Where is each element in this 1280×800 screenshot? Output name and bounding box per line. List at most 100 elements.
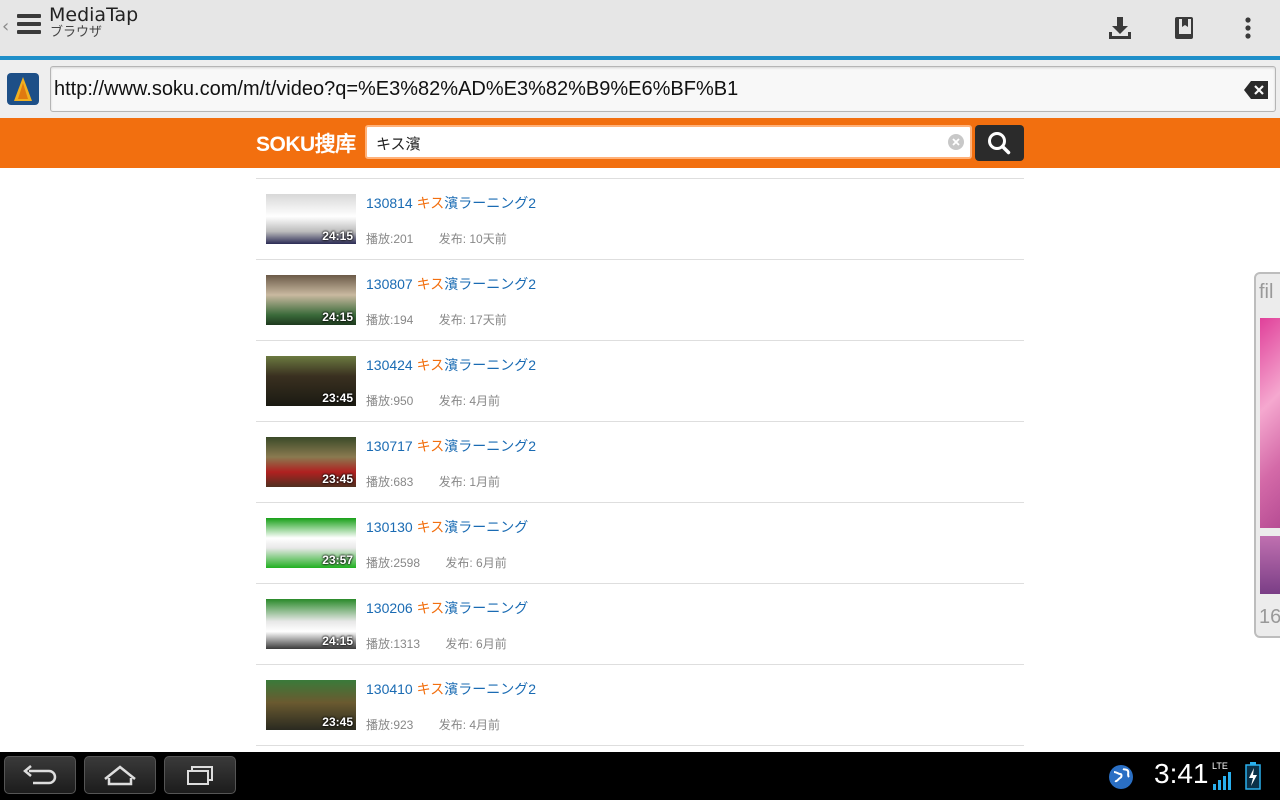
side-panel-bottom-label: 16 — [1259, 606, 1280, 628]
result-row[interactable]: 23:45 130410 キス濱ラーニング2 播放:923 发布: 4月前 — [256, 664, 1024, 746]
result-title-highlight: キス — [416, 519, 445, 535]
download-icon[interactable] — [1106, 14, 1134, 42]
video-thumbnail[interactable]: 23:45 — [266, 356, 356, 406]
video-thumbnail[interactable]: 24:15 — [266, 599, 356, 649]
play-count: 播放:2598 — [366, 556, 421, 570]
video-duration: 23:45 — [322, 472, 353, 486]
result-title-highlight: キス — [416, 681, 445, 697]
result-row[interactable]: 24:15 130814 キス濱ラーニング2 播放:201 发布: 10天前 — [256, 178, 1024, 259]
search-button[interactable] — [975, 125, 1024, 161]
play-count: 播放:923 — [366, 718, 414, 732]
result-title-highlight: キス — [416, 600, 445, 616]
result-title-link[interactable]: 130807 キス濱ラーニング2 — [366, 274, 536, 294]
video-thumbnail[interactable]: 23:45 — [266, 680, 356, 730]
publish-date: 发布: 4月前 — [438, 718, 501, 732]
result-row[interactable]: 23:57 130130 キス濱ラーニング 播放:2598 发布: 6月前 — [256, 502, 1024, 583]
result-title-link[interactable]: 130410 キス濱ラーニング2 — [366, 679, 536, 699]
result-meta: 播放:2598 发布: 6月前 — [366, 554, 507, 571]
result-title-prefix: 130206 — [366, 600, 413, 616]
result-row[interactable]: 23:45 130717 キス濱ラーニング2 播放:683 发布: 1月前 — [256, 421, 1024, 502]
result-title-link[interactable]: 130206 キス濱ラーニング — [366, 598, 528, 618]
system-nav-bar: 3:41 LTE — [0, 752, 1280, 800]
url-text: http://www.soku.com/m/t/video?q=%E3%82%A… — [54, 78, 739, 100]
result-row[interactable]: 24:15 130206 キス濱ラーニング 播放:1313 发布: 6月前 — [256, 583, 1024, 664]
home-button[interactable] — [84, 756, 156, 794]
side-panel-image — [1260, 318, 1280, 528]
result-title-highlight: キス — [416, 276, 445, 292]
video-duration: 24:15 — [322, 310, 353, 324]
result-meta: 播放:923 发布: 4月前 — [366, 716, 500, 733]
battery-charging-icon — [1245, 762, 1261, 790]
video-thumbnail[interactable]: 23:57 — [266, 518, 356, 568]
url-row: http://www.soku.com/m/t/video?q=%E3%82%A… — [0, 60, 1280, 118]
overflow-menu-icon[interactable] — [1234, 14, 1262, 42]
clock: 3:41 — [1154, 758, 1209, 789]
result-row[interactable]: 23:45 130424 キス濱ラーニング2 播放:950 发布: 4月前 — [256, 340, 1024, 421]
result-title-highlight: キス — [416, 195, 445, 211]
home-icon — [104, 765, 136, 786]
recent-apps-button[interactable] — [164, 756, 236, 794]
video-duration: 23:45 — [322, 715, 353, 729]
result-title-rest: 濱ラーニング — [444, 519, 529, 535]
app-title: MediaTap — [49, 4, 139, 26]
back-chevron-icon[interactable]: ‹ — [2, 16, 10, 38]
publish-date: 发布: 6月前 — [445, 637, 507, 651]
video-thumbnail[interactable]: 24:15 — [266, 194, 356, 244]
recent-apps-icon — [187, 766, 213, 785]
result-title-prefix: 130424 — [366, 357, 413, 373]
result-title-link[interactable]: 130130 キス濱ラーニング — [366, 517, 528, 537]
back-button[interactable] — [4, 756, 76, 794]
result-title-link[interactable]: 130717 キス濱ラーニング2 — [366, 436, 536, 456]
clear-search-icon[interactable] — [948, 134, 964, 150]
result-title-rest: 濱ラーニング2 — [444, 438, 536, 454]
video-thumbnail[interactable]: 24:15 — [266, 275, 356, 325]
result-title-rest: 濱ラーニング2 — [444, 681, 536, 697]
publish-date: 发布: 6月前 — [445, 556, 507, 570]
result-title-highlight: キス — [416, 438, 445, 454]
clear-url-icon[interactable] — [1243, 80, 1269, 100]
result-title-prefix: 130807 — [366, 276, 413, 292]
play-count: 播放:1313 — [366, 637, 421, 651]
publish-date: 发布: 1月前 — [438, 475, 501, 489]
publish-date: 发布: 10天前 — [438, 232, 507, 246]
result-meta: 播放:194 发布: 17天前 — [366, 311, 507, 328]
result-title-prefix: 130717 — [366, 438, 413, 454]
globe-notification-icon[interactable] — [1107, 763, 1135, 791]
side-panel-image-2 — [1260, 536, 1280, 594]
signal-strength-icon — [1212, 772, 1232, 790]
result-title-link[interactable]: 130814 キス濱ラーニング2 — [366, 193, 536, 213]
play-count: 播放:194 — [366, 313, 414, 327]
result-title-prefix: 130814 — [366, 195, 413, 211]
search-icon — [988, 132, 1011, 155]
publish-date: 发布: 4月前 — [438, 394, 501, 408]
floating-side-panel[interactable]: fil 16 — [1254, 272, 1280, 638]
result-title-link[interactable]: 130424 キス濱ラーニング2 — [366, 355, 536, 375]
video-duration: 23:57 — [322, 553, 353, 567]
result-row[interactable]: 24:15 130807 キス濱ラーニング2 播放:194 发布: 17天前 — [256, 259, 1024, 340]
soku-search-bar: SOKU搜库 キス濱 — [0, 118, 1280, 168]
bookmarks-icon[interactable] — [1170, 14, 1198, 42]
result-title-rest: 濱ラーニング2 — [444, 357, 536, 373]
menu-icon[interactable] — [17, 14, 41, 38]
result-meta: 播放:950 发布: 4月前 — [366, 392, 500, 409]
video-duration: 24:15 — [322, 634, 353, 648]
result-title-rest: 濱ラーニング2 — [444, 276, 536, 292]
video-duration: 23:45 — [322, 391, 353, 405]
soku-search-input[interactable]: キス濱 — [365, 125, 972, 159]
result-title-rest: 濱ラーニング2 — [444, 195, 536, 211]
result-title-prefix: 130130 — [366, 519, 413, 535]
app-bar: ‹ MediaTap ブラウザ — [0, 0, 1280, 60]
video-duration: 24:15 — [322, 229, 353, 243]
results-list: 24:15 130814 キス濱ラーニング2 播放:201 发布: 10天前 2… — [256, 178, 1024, 746]
play-count: 播放:683 — [366, 475, 414, 489]
search-query: キス濱 — [376, 135, 421, 153]
result-meta: 播放:1313 发布: 6月前 — [366, 635, 507, 652]
url-input[interactable]: http://www.soku.com/m/t/video?q=%E3%82%A… — [50, 66, 1276, 112]
video-thumbnail[interactable]: 23:45 — [266, 437, 356, 487]
result-title-prefix: 130410 — [366, 681, 413, 697]
network-type: LTE — [1212, 761, 1228, 771]
publish-date: 发布: 17天前 — [438, 313, 507, 327]
site-favicon-icon[interactable] — [7, 73, 39, 105]
soku-logo[interactable]: SOKU搜库 — [256, 128, 356, 158]
app-subtitle: ブラウザ — [50, 25, 103, 40]
